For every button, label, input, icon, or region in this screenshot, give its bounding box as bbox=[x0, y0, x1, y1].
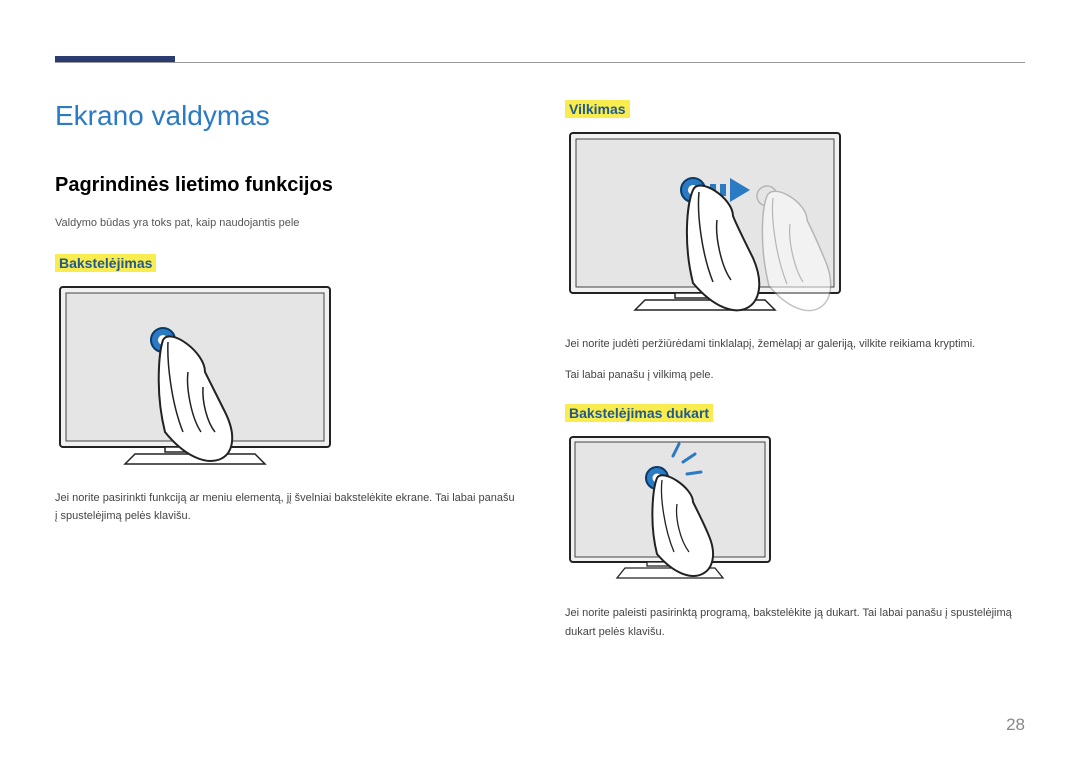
drag-illustration bbox=[565, 128, 855, 323]
intro-text: Valdymo būdas yra toks pat, kaip naudoja… bbox=[55, 215, 515, 232]
manual-page: Ekrano valdymas Pagrindinės lietimo funk… bbox=[0, 0, 1080, 763]
page-number: 28 bbox=[1006, 715, 1025, 735]
dbltap-illustration bbox=[565, 432, 780, 592]
chapter-marker bbox=[55, 56, 175, 62]
two-column-layout: Ekrano valdymas Pagrindinės lietimo funk… bbox=[55, 100, 1025, 662]
section-heading: Pagrindinės lietimo funkcijos bbox=[55, 174, 515, 197]
left-column: Ekrano valdymas Pagrindinės lietimo funk… bbox=[55, 100, 515, 662]
drag-heading: Vilkimas bbox=[565, 100, 630, 118]
page-title: Ekrano valdymas bbox=[55, 100, 515, 132]
dbltap-heading: Bakstelėjimas dukart bbox=[565, 404, 713, 422]
header-rule bbox=[55, 62, 1025, 63]
dbltap-desc: Jei norite paleisti pasirinktą programą,… bbox=[565, 604, 1025, 641]
tap-desc: Jei norite pasirinkti funkciją ar meniu … bbox=[55, 489, 515, 526]
right-column: Vilkimas bbox=[565, 100, 1025, 662]
tap-illustration bbox=[55, 282, 345, 477]
drag-desc-2: Tai labai panašu į vilkimą pele. bbox=[565, 366, 1025, 385]
tap-heading: Bakstelėjimas bbox=[55, 254, 156, 272]
drag-desc-1: Jei norite judėti peržiūrėdami tinklalap… bbox=[565, 335, 1025, 354]
